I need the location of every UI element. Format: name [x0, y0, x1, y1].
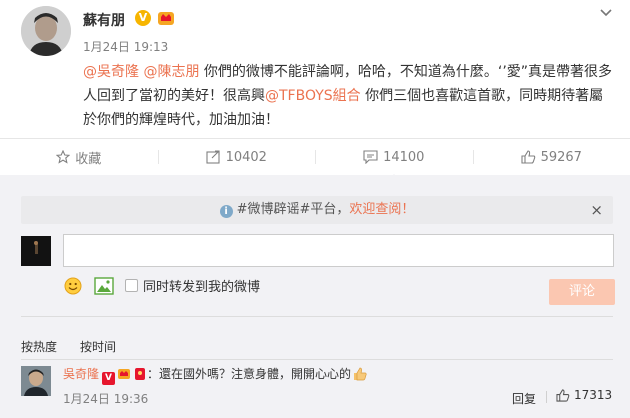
verified-badge-icon[interactable]: V	[135, 10, 151, 26]
member-badge-icon[interactable]	[117, 367, 131, 384]
comment-panel: i#微博辟谣#平台，欢迎查阅！ × 同时转发到我的微博 评论 按热度 按时间	[0, 175, 630, 418]
close-icon[interactable]: ×	[590, 196, 603, 224]
comment-content: 吳奇隆 V ：還在國外嗎？注意身體，開開心心的	[63, 365, 367, 385]
rumor-notice-bar: i #微博辟谣#平台，欢迎查阅！ ×	[21, 196, 613, 224]
sort-by-hot-tab[interactable]: 按热度	[21, 338, 57, 355]
repost-icon	[206, 150, 220, 164]
notice-text: #微博辟谣#平台，	[236, 202, 350, 217]
comment-like-count: 17313	[574, 388, 613, 402]
repost-checkbox[interactable]	[125, 279, 138, 292]
repost-checkbox-label[interactable]: 同时转发到我的微博	[143, 276, 260, 295]
author-name[interactable]: 蘇有朋	[83, 10, 125, 30]
comment-input[interactable]	[63, 234, 614, 267]
comment-icon	[363, 150, 378, 164]
comment-button[interactable]: 14100	[315, 139, 473, 181]
comment-timestamp: 1月24日 19:36	[63, 392, 149, 406]
thumbs-up-icon	[521, 150, 535, 164]
comment-like-button[interactable]: 17313	[556, 388, 612, 402]
like-count: 59267	[540, 149, 582, 165]
favorite-button[interactable]: 收藏	[0, 139, 158, 175]
notice-link[interactable]: 欢迎查阅！	[349, 202, 414, 217]
redpacket-badge-icon[interactable]	[133, 367, 147, 384]
verified-badge-icon[interactable]: V	[102, 372, 116, 385]
repost-count: 10402	[225, 149, 267, 165]
member-badge-icon[interactable]	[157, 9, 175, 27]
comment-count: 14100	[383, 149, 425, 165]
mention-link[interactable]: @吳奇隆	[83, 64, 139, 80]
thumbs-up-icon	[556, 388, 570, 402]
author-avatar[interactable]	[21, 6, 71, 56]
submit-comment-button[interactable]: 评论	[549, 279, 615, 305]
star-icon	[56, 150, 71, 164]
repost-button[interactable]: 10402	[157, 139, 316, 175]
comment-text: ：還在國外嗎？注意身體，開開心心的	[147, 367, 352, 381]
current-user-avatar[interactable]	[21, 236, 51, 266]
sort-by-time-tab[interactable]: 按时间	[80, 338, 116, 355]
favorite-label: 收藏	[75, 151, 102, 167]
commenter-name[interactable]: 吳奇隆	[63, 367, 99, 381]
mention-link[interactable]: @TFBOYS組合	[265, 88, 361, 104]
info-icon: i	[219, 205, 233, 218]
picture-icon[interactable]	[94, 277, 114, 295]
mention-link[interactable]: @陳志朋	[143, 64, 199, 80]
commenter-avatar[interactable]	[21, 366, 51, 396]
post-action-bar: 收藏 10402 14100 59267	[0, 139, 630, 181]
divider	[21, 316, 613, 317]
chevron-down-icon[interactable]	[598, 4, 614, 20]
divider	[546, 391, 547, 403]
like-button[interactable]: 59267	[472, 139, 630, 175]
thumbs-up-emoji-icon	[353, 367, 367, 384]
smiley-icon[interactable]	[64, 277, 82, 295]
reply-button[interactable]: 回复	[512, 390, 536, 407]
divider	[21, 359, 613, 360]
post-body: @吳奇隆 @陳志朋 你們的微博不能評論啊，哈哈，不知道為什麼。‘’愛”真是帶著很…	[83, 60, 613, 132]
weibo-post: 蘇有朋 V 1月24日 19:13 @吳奇隆 @陳志朋 你們的微博不能評論啊，哈…	[0, 0, 630, 138]
post-timestamp[interactable]: 1月24日 19:13	[83, 38, 168, 55]
